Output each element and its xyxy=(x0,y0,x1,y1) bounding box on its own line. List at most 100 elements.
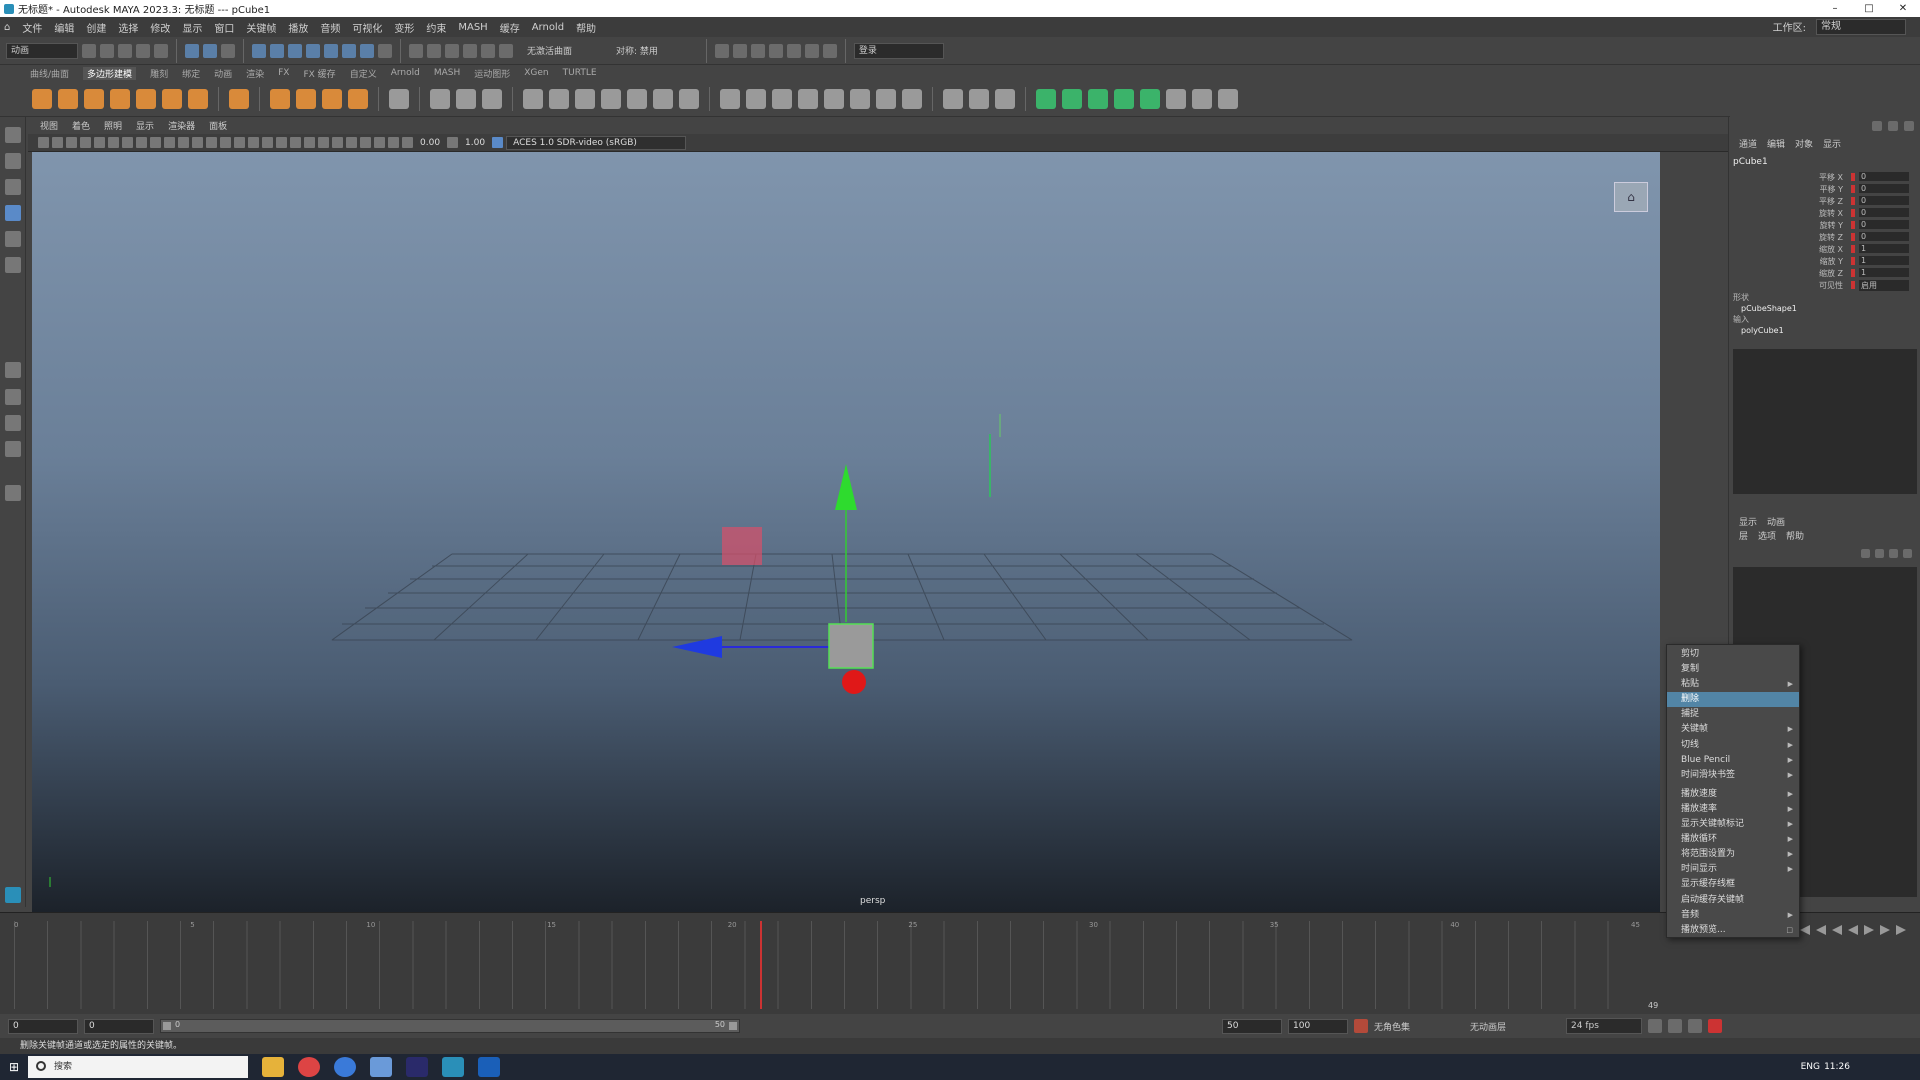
step-back-frame-icon[interactable] xyxy=(1832,925,1842,935)
login-select[interactable]: 登录 xyxy=(853,42,944,59)
poly-torus-icon[interactable] xyxy=(136,88,156,109)
poly-sphere-icon[interactable] xyxy=(32,88,52,109)
attr-translate-x[interactable]: 平移 X 0 xyxy=(1789,172,1909,182)
offset-loop-icon[interactable] xyxy=(902,88,922,109)
input-node[interactable]: polyCube1 xyxy=(1733,325,1797,336)
attr-scale-x[interactable]: 缩放 X 1 xyxy=(1789,244,1909,254)
color-management-icon[interactable] xyxy=(492,137,504,148)
option-box-icon[interactable]: □ xyxy=(1786,923,1793,938)
mirror-icon[interactable] xyxy=(575,88,595,109)
shelf-tab-polygon[interactable]: 多边形建模 xyxy=(83,66,137,80)
quad-draw-icon[interactable] xyxy=(850,88,870,109)
anim-end-field[interactable]: 100 xyxy=(1288,1018,1348,1034)
search-icon[interactable] xyxy=(5,485,21,501)
menu-edit[interactable]: 编辑 xyxy=(54,20,74,35)
motion-blur-icon[interactable] xyxy=(332,137,343,148)
boolean-difference-icon[interactable] xyxy=(549,88,569,109)
selection-mask-icon[interactable] xyxy=(288,43,302,58)
layer-tab-display[interactable]: 显示 xyxy=(1739,515,1757,528)
shelf-tab-custom[interactable]: 自定义 xyxy=(350,67,377,80)
file-explorer-icon[interactable] xyxy=(262,1057,284,1077)
layer-menu-layers[interactable]: 层 xyxy=(1739,529,1748,542)
ctx-tangents[interactable]: 切线 ▶ xyxy=(1667,738,1799,753)
view-cube-icon[interactable]: ⌂ xyxy=(1614,182,1648,212)
new-layer-selected-icon[interactable] xyxy=(1903,549,1912,558)
connect-icon[interactable] xyxy=(969,88,989,109)
shelf-tab-fx[interactable]: FX xyxy=(278,68,289,78)
attr-translate-z[interactable]: 平移 Z 0 xyxy=(1789,196,1909,206)
pcube1-mesh[interactable] xyxy=(828,623,874,669)
select-hierarchy-icon[interactable] xyxy=(185,43,199,58)
auto-key-icon[interactable] xyxy=(1354,1019,1368,1033)
playback-end-field[interactable]: 50 xyxy=(1222,1018,1282,1034)
ctx-snap[interactable]: 捕捉 xyxy=(1667,707,1799,722)
cb-tab-channels[interactable]: 通道 xyxy=(1739,137,1757,150)
maya-taskbar-icon[interactable] xyxy=(442,1057,464,1077)
shelf-tab-rendering[interactable]: 渲染 xyxy=(246,67,264,80)
unfold-icon[interactable] xyxy=(1166,88,1186,109)
slide-edge-icon[interactable] xyxy=(943,88,963,109)
audio-icon[interactable] xyxy=(1688,1019,1702,1033)
menu-select[interactable]: 选择 xyxy=(118,20,138,35)
attr-value[interactable]: 0 xyxy=(1859,208,1909,217)
move-gizmo-y-arrow[interactable] xyxy=(835,464,857,510)
menu-cache[interactable]: 缓存 xyxy=(500,20,520,35)
snap-pivot-icon[interactable] xyxy=(499,43,513,58)
four-view-icon[interactable] xyxy=(5,389,21,405)
vp-menu-show[interactable]: 显示 xyxy=(136,119,154,132)
attr-value[interactable]: 0 xyxy=(1859,232,1909,241)
type-icon[interactable] xyxy=(322,88,342,109)
browser-icon[interactable] xyxy=(334,1057,356,1077)
sweep-curve-icon[interactable] xyxy=(296,88,316,109)
bookmark-icon[interactable] xyxy=(66,137,77,148)
ctx-playback-rate[interactable]: 播放速率 ▶ xyxy=(1667,802,1799,817)
merge-icon[interactable] xyxy=(824,88,844,109)
ctx-cut[interactable]: 剪切 xyxy=(1667,647,1799,662)
arnold-render-icon[interactable] xyxy=(804,43,819,58)
ctx-blue-pencil[interactable]: Blue Pencil ▶ xyxy=(1667,753,1799,768)
selection-mask-icon[interactable] xyxy=(324,43,338,58)
xray-joints-icon[interactable] xyxy=(388,137,399,148)
poly-cone-icon[interactable] xyxy=(110,88,130,109)
field-chart-icon[interactable] xyxy=(178,137,189,148)
separate-icon[interactable] xyxy=(456,88,476,109)
outliner-icon[interactable] xyxy=(5,441,21,457)
camera-attr-icon[interactable] xyxy=(52,137,63,148)
safe-action-icon[interactable] xyxy=(192,137,203,148)
combine-icon[interactable] xyxy=(430,88,450,109)
scale-tool-icon[interactable] xyxy=(5,257,21,273)
shelf-tab-curves[interactable]: 曲线/曲面 xyxy=(30,67,69,80)
attr-value[interactable]: 1 xyxy=(1859,256,1909,265)
attr-value[interactable]: 0 xyxy=(1859,184,1909,193)
wireframe-icon[interactable] xyxy=(220,137,231,148)
menu-mash[interactable]: MASH xyxy=(458,22,487,33)
home-icon[interactable]: ⌂ xyxy=(4,22,10,33)
new-scene-icon[interactable] xyxy=(82,43,96,58)
selection-mask-icon[interactable] xyxy=(342,43,356,58)
hypershade-icon[interactable] xyxy=(786,43,801,58)
menu-deform[interactable]: 变形 xyxy=(394,20,414,35)
menu-arnold[interactable]: Arnold xyxy=(532,22,564,33)
ipr-render-icon[interactable] xyxy=(750,43,765,58)
snap-point-icon[interactable] xyxy=(445,43,459,58)
modeling-toolkit-icon[interactable] xyxy=(1888,121,1898,131)
cb-tab-edit[interactable]: 编辑 xyxy=(1767,137,1785,150)
gamma-icon[interactable] xyxy=(447,137,459,148)
minimize-button[interactable]: – xyxy=(1818,0,1852,17)
close-button[interactable]: ✕ xyxy=(1886,0,1920,17)
photoshop-icon[interactable] xyxy=(478,1057,500,1077)
cut-uv-icon[interactable] xyxy=(1192,88,1212,109)
shelf-tab-rigging[interactable]: 绑定 xyxy=(182,67,200,80)
film-gate-icon[interactable] xyxy=(136,137,147,148)
smooth-icon[interactable] xyxy=(482,88,502,109)
menu-window[interactable]: 窗口 xyxy=(214,20,234,35)
fill-hole-icon[interactable] xyxy=(679,88,699,109)
boolean-union-icon[interactable] xyxy=(523,88,543,109)
xray-icon[interactable] xyxy=(374,137,385,148)
ctx-paste[interactable]: 粘贴 ▶ xyxy=(1667,677,1799,692)
default-material-icon[interactable] xyxy=(248,137,259,148)
poly-disc-icon[interactable] xyxy=(188,88,208,109)
snap-view-icon[interactable] xyxy=(463,43,477,58)
select-object-icon[interactable] xyxy=(203,43,217,58)
shelf-tab-fx-cache[interactable]: FX 缓存 xyxy=(303,67,335,80)
